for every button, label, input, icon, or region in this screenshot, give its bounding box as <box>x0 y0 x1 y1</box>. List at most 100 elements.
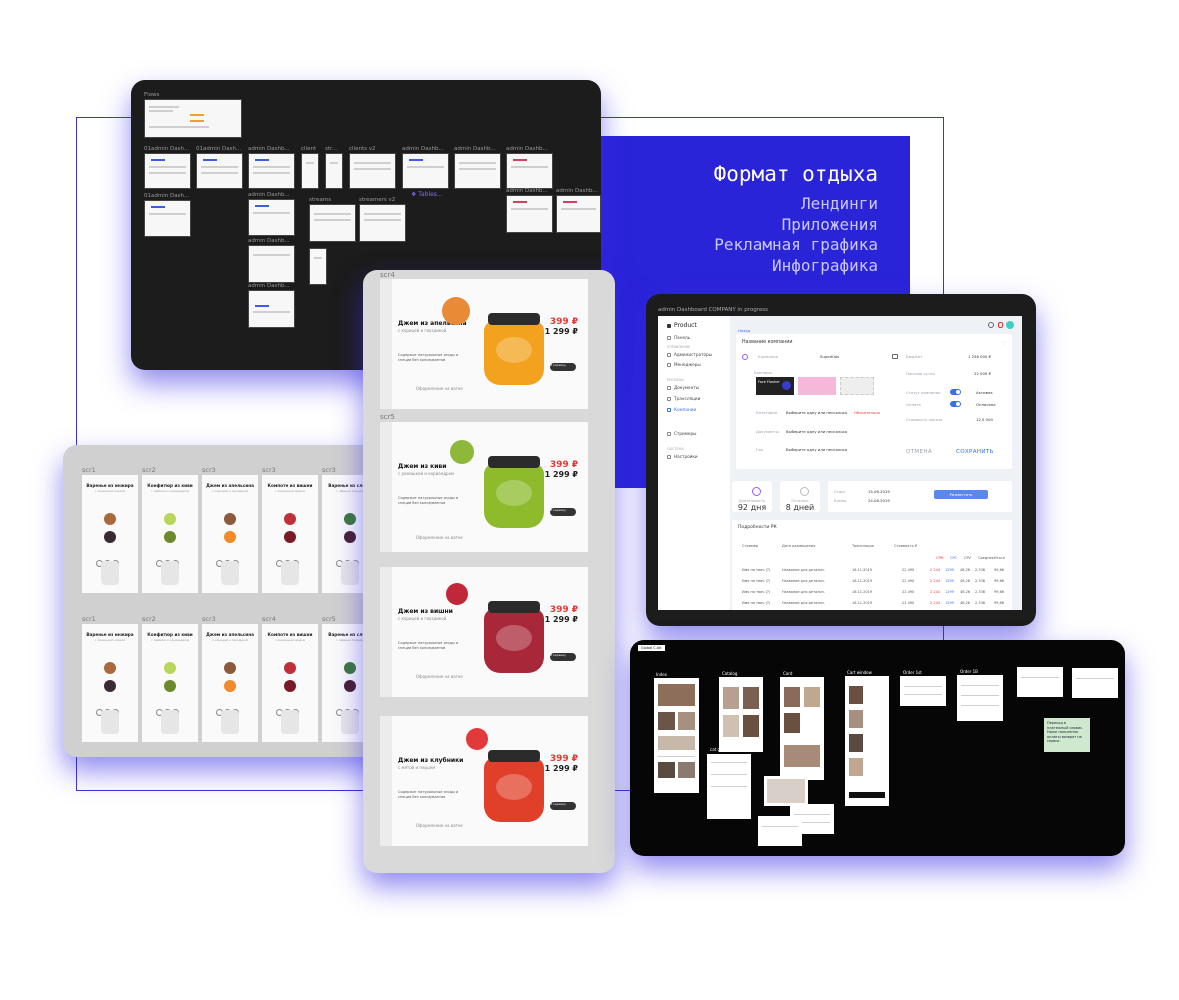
option-dots[interactable] <box>156 701 184 716</box>
jam-landing-screen[interactable]: Джем из вишни с корицей и гвоздикой Соде… <box>380 567 588 697</box>
jam-landing-screen[interactable]: Джем из апельсина с корицей и гвоздикой … <box>380 279 588 409</box>
flows-overview-thumb[interactable] <box>144 99 242 138</box>
avatar[interactable] <box>1006 321 1014 329</box>
sidebar-item-documents[interactable]: Документы <box>667 385 699 390</box>
frame-thumb[interactable] <box>309 248 327 285</box>
frame-thumb[interactable] <box>248 245 295 283</box>
sidebar-item-panel[interactable]: Панель <box>667 335 690 340</box>
jam-landing-screen[interactable]: Джем из киви с ромашкой и кориандром Сод… <box>380 422 588 552</box>
mobile-screen[interactable]: Конфитюр из киви с лаймом и кориандром <box>142 475 198 593</box>
services-title: Формат отдыха <box>713 162 878 186</box>
frame-thumb[interactable] <box>454 153 501 189</box>
place-campaign-button[interactable]: Разместить <box>934 490 988 499</box>
frame-thumb[interactable] <box>325 153 343 189</box>
frame-thumb[interactable] <box>196 153 243 189</box>
search-icon[interactable] <box>988 322 994 328</box>
jam-landing-screen[interactable]: Джем из клубники с мятой и перцем Содерж… <box>380 716 588 846</box>
mobile-screen[interactable]: Компоте из вишни с лимонным мёдом <box>262 624 318 742</box>
breadcrumb[interactable]: Назад <box>738 328 750 333</box>
frame-thumb[interactable] <box>309 204 356 242</box>
cart-frame[interactable] <box>845 676 889 806</box>
sidebar-item-streamers[interactable]: Стримеры <box>667 431 696 436</box>
option-dots[interactable] <box>336 552 364 567</box>
payment-frame[interactable] <box>1017 667 1063 697</box>
add-to-cart-button[interactable]: В корзину <box>550 802 576 810</box>
status-toggle[interactable] <box>950 389 961 395</box>
more-icon[interactable]: ⋮ <box>1003 340 1007 345</box>
mobile-screen[interactable]: Джем из апельсина с корицей и гвоздикой <box>202 475 258 593</box>
cherry-image <box>284 513 296 525</box>
order-frame[interactable] <box>957 675 1003 721</box>
frame-thumb[interactable] <box>301 153 319 189</box>
banner-thumb[interactable] <box>798 377 836 395</box>
column-header[interactable]: Среднее <box>978 556 994 560</box>
paid-toggle[interactable] <box>950 401 961 407</box>
frame-thumb[interactable] <box>556 195 601 233</box>
option-dots[interactable] <box>96 701 124 716</box>
sidebar-item-admins[interactable]: Администраторы <box>667 352 712 357</box>
grid-frame[interactable] <box>758 816 802 846</box>
frame-thumb[interactable] <box>359 204 406 242</box>
category-select[interactable]: Выберите одну или несколько <box>786 410 847 415</box>
dashboard-frame-label: admin Dashboard COMPANY in progress <box>658 307 768 313</box>
column-header[interactable]: Итого <box>994 556 1005 560</box>
bell-icon[interactable] <box>998 322 1003 328</box>
column-header[interactable]: Дата размещения <box>782 544 815 548</box>
payment-frame[interactable] <box>1072 668 1118 698</box>
option-dots[interactable] <box>216 701 244 716</box>
frame-thumb[interactable] <box>506 195 553 233</box>
option-dots[interactable] <box>276 701 304 716</box>
frame-thumb[interactable] <box>144 153 191 189</box>
add-to-cart-button[interactable]: В корзину <box>550 363 576 371</box>
mobile-screen[interactable]: Конфитюр из киви с лаймом и кориандром <box>142 624 198 742</box>
column-header[interactable]: CPM <box>936 556 944 560</box>
option-dots[interactable] <box>216 552 244 567</box>
banner-thumb[interactable]: Face Flasher <box>756 377 794 395</box>
mobile-screen[interactable]: Джем из апельсина с корицей и гвоздикой <box>202 624 258 742</box>
index-frame[interactable] <box>654 678 699 793</box>
card-frame[interactable] <box>780 677 824 780</box>
column-header[interactable]: CPC <box>950 556 957 560</box>
option-dots[interactable] <box>276 552 304 567</box>
frame-thumb[interactable] <box>506 153 553 189</box>
new-price: 1 299 ₽ <box>544 615 578 624</box>
frame-thumb[interactable] <box>248 199 295 236</box>
add-to-cart-button[interactable]: В корзину <box>550 508 576 516</box>
frame-thumb[interactable] <box>349 153 396 189</box>
frame-thumb[interactable] <box>144 200 191 237</box>
photo-frame[interactable] <box>764 776 808 806</box>
column-header[interactable]: CPV <box>964 556 971 560</box>
sidebar-item-companies[interactable]: Компании <box>667 407 696 412</box>
mobile-screen[interactable]: Варенье из инжира с лимонной коркой <box>82 624 138 742</box>
add-banner-button[interactable] <box>840 377 874 395</box>
frame-thumb[interactable] <box>248 153 295 189</box>
sidebar-item-managers[interactable]: Менеджеры <box>667 362 701 367</box>
frame-thumb[interactable] <box>248 290 295 328</box>
option-dots[interactable] <box>336 701 364 716</box>
status-label: Статус компании <box>906 390 941 395</box>
flow-frame-label: Catalog <box>722 671 738 676</box>
option-dots[interactable] <box>156 552 184 567</box>
tables-link[interactable]: ❖ Tables... <box>411 191 443 198</box>
order-frame[interactable] <box>900 676 946 706</box>
column-header[interactable]: Стоимость ₽ <box>894 544 917 548</box>
add-to-cart-button[interactable]: В корзину <box>550 653 576 661</box>
frame-thumb[interactable] <box>402 153 449 189</box>
column-header[interactable]: Стример <box>742 544 758 548</box>
plum-image <box>344 680 356 692</box>
sidebar-item-settings[interactable]: Настройки <box>667 454 698 459</box>
save-button[interactable]: СОХРАНИТЬ <box>956 449 994 455</box>
documents-select[interactable]: Выберите одну или несколько <box>786 429 847 434</box>
column-header[interactable]: Трансляция <box>852 544 874 548</box>
geo-select[interactable]: Выберите одну или несколько <box>786 447 847 452</box>
catalog-frame[interactable] <box>719 677 763 752</box>
cancel-button[interactable]: ОТМЕНА <box>906 449 932 455</box>
mobile-screen[interactable]: Компоте из вишни с лимонным мёдом <box>262 475 318 593</box>
catalog-grid-frame[interactable] <box>707 754 751 819</box>
mobile-screen[interactable]: Варенье из инжира с лимонной коркой <box>82 475 138 593</box>
sidebar-item-streams[interactable]: Трансляции <box>667 396 700 401</box>
company-input[interactable]: SuperKids <box>820 354 839 359</box>
views-input[interactable]: 22 000 ₽ <box>974 371 991 376</box>
budget-input[interactable]: 1 256 000 ₽ <box>968 354 991 359</box>
option-dots[interactable] <box>96 552 124 567</box>
